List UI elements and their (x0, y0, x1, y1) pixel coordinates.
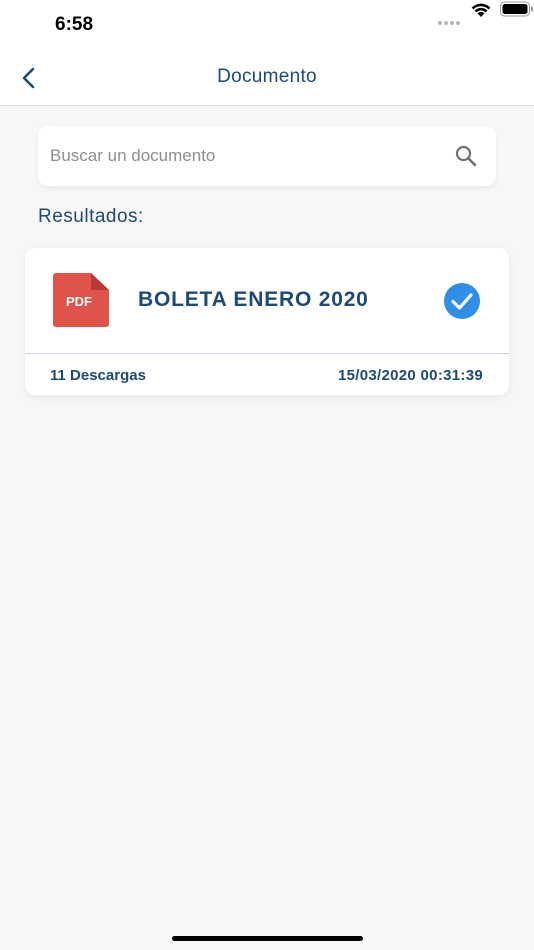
search-input[interactable] (50, 140, 440, 172)
document-date: 15/03/2020 00:31:39 (338, 367, 483, 384)
document-name: BOLETA ENERO 2020 (138, 288, 369, 311)
document-card[interactable]: PDF BOLETA ENERO 2020 11 Descargas 15/03… (25, 248, 509, 395)
pdf-file-icon: PDF (53, 273, 109, 327)
navigation-bar: Documento (0, 50, 534, 106)
download-count: 11 Descargas (50, 367, 146, 384)
battery-icon (500, 1, 533, 17)
status-time: 6:58 (55, 14, 94, 35)
home-indicator[interactable] (172, 936, 363, 941)
page-title: Documento (217, 66, 317, 87)
wifi-icon (471, 3, 491, 17)
signal-icon (438, 12, 462, 30)
search-icon[interactable] (454, 144, 478, 168)
search-box[interactable] (38, 126, 496, 186)
check-circle-icon (444, 283, 480, 319)
pdf-icon-label: PDF (66, 294, 92, 309)
card-divider (25, 353, 509, 354)
results-label: Resultados: (38, 206, 144, 227)
status-bar: 6:58 (0, 0, 534, 50)
